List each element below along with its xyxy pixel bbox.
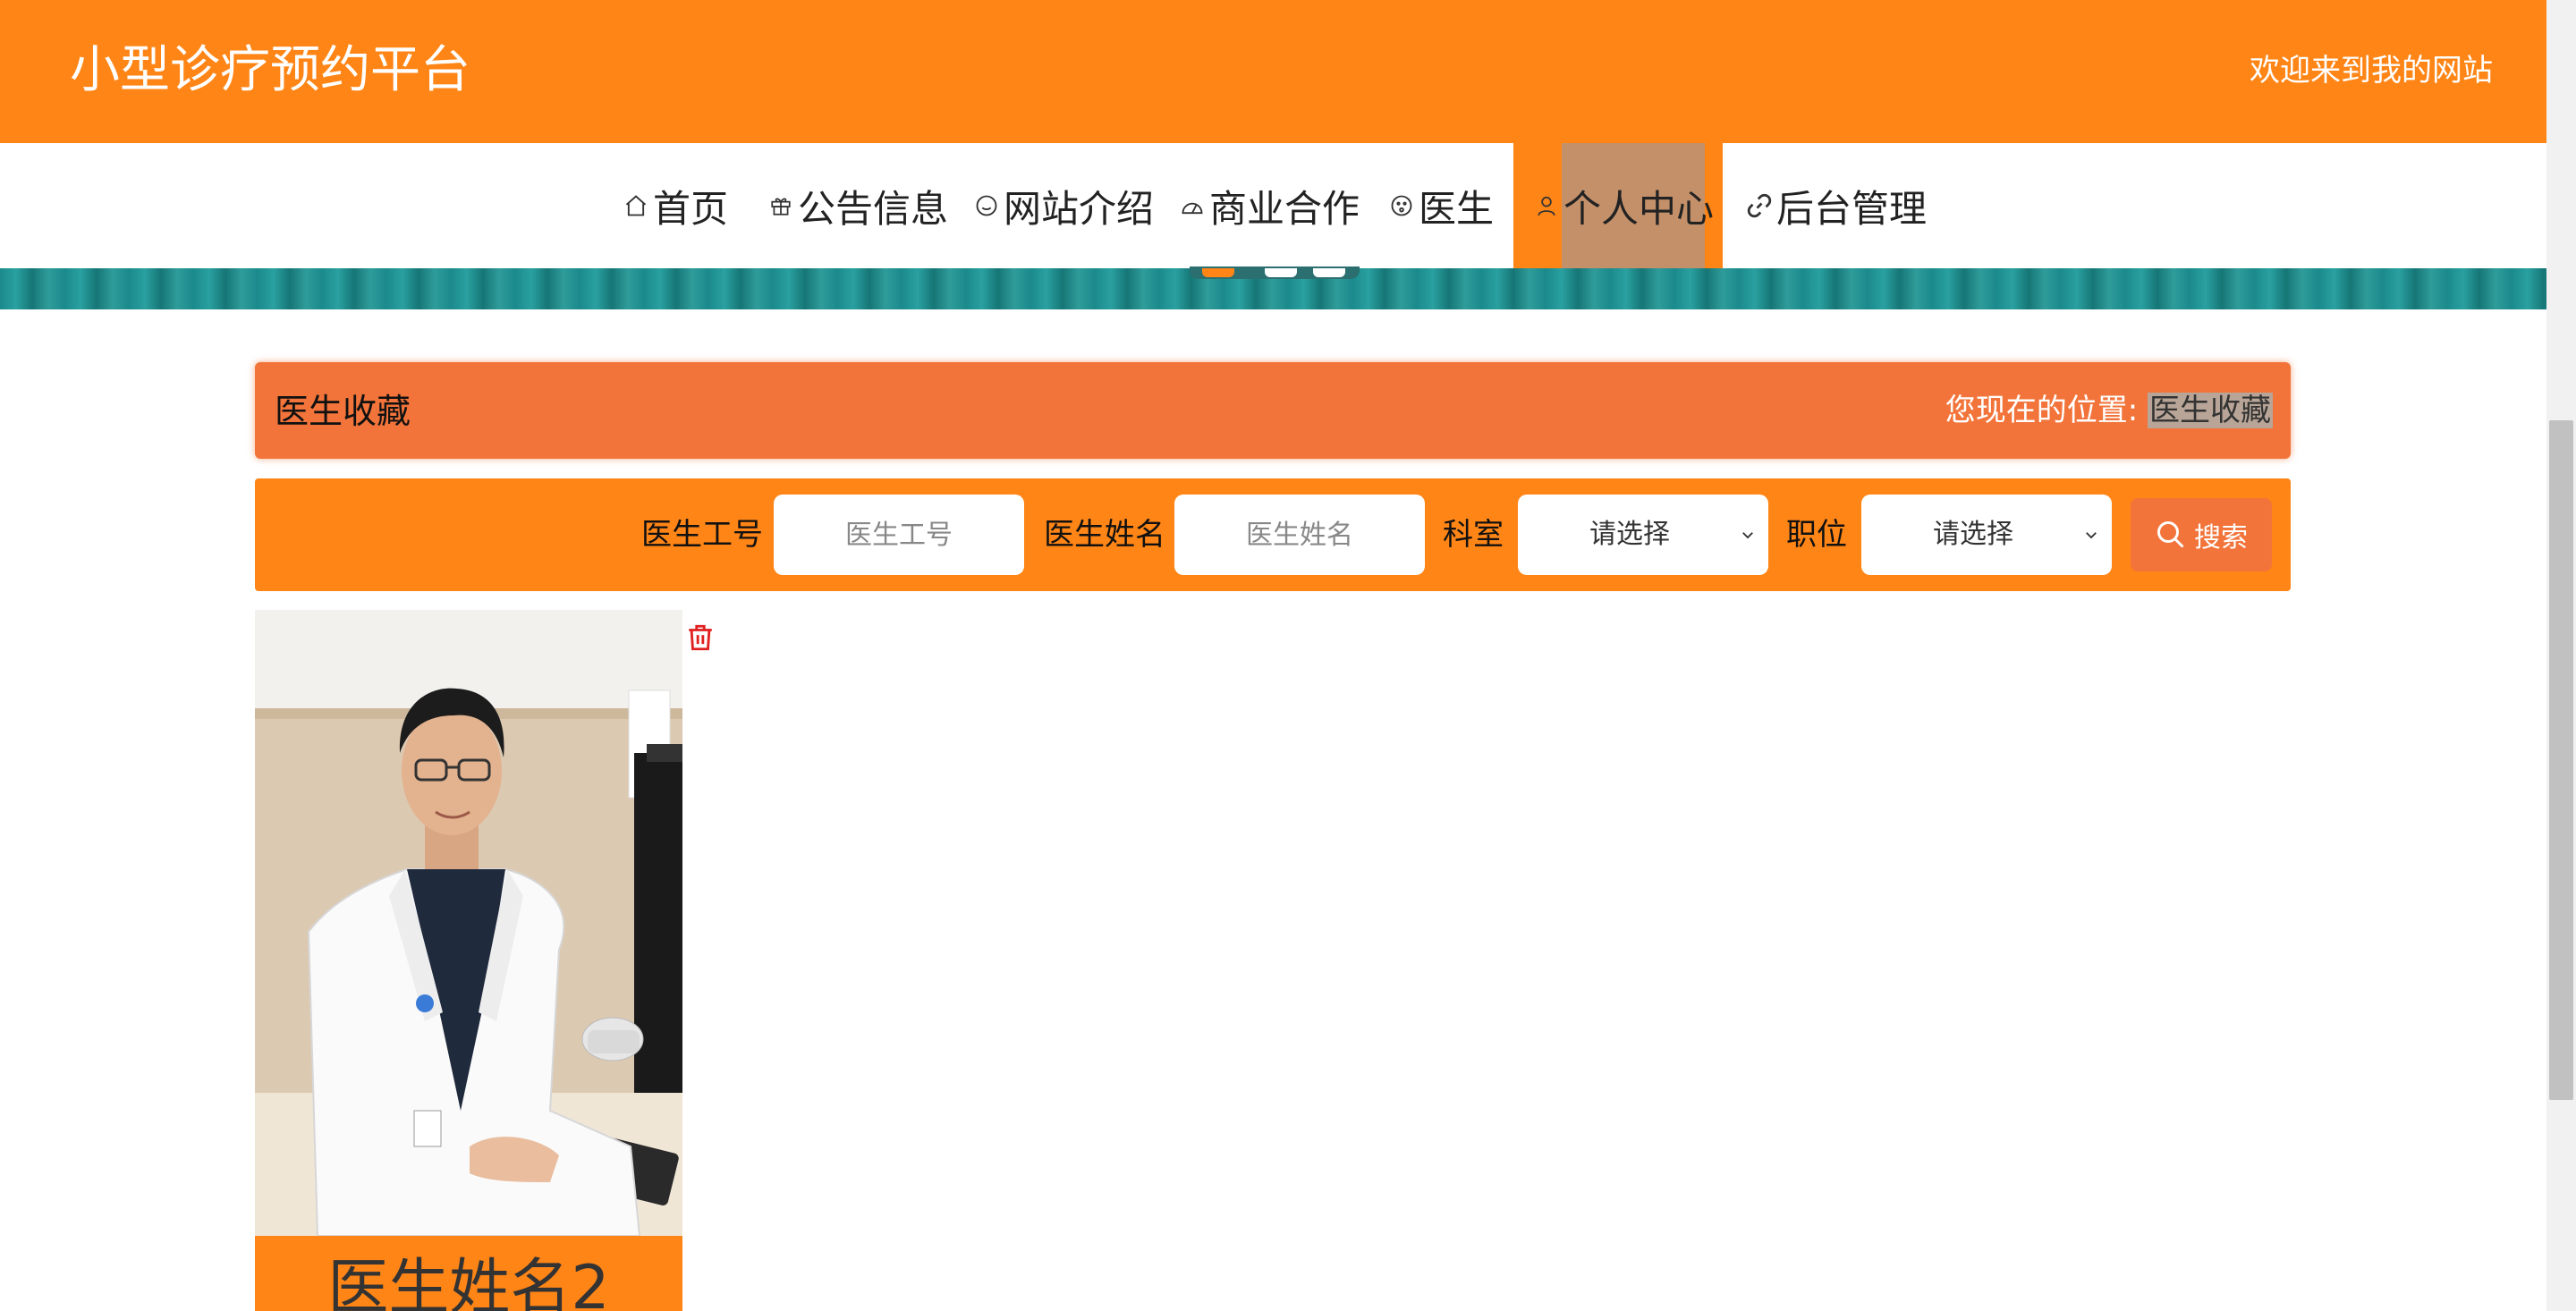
carousel-dot-active[interactable]	[1202, 268, 1234, 277]
nav-item-label: 商业合作	[1209, 186, 1360, 231]
page-header-bar: 医生收藏 您现在的位置: 医生收藏	[255, 362, 2291, 459]
nav-item-user-center[interactable]: 个人中心	[1533, 143, 1714, 268]
chevron-down-icon	[2086, 532, 2097, 539]
link-icon	[1746, 192, 1773, 219]
gift-icon	[767, 192, 794, 219]
nav-item-label: 公告信息	[798, 186, 949, 231]
doctor-name-input[interactable]	[1174, 495, 1425, 575]
welcome-text: 欢迎来到我的网站	[2250, 53, 2493, 89]
nav-item-admin[interactable]: 后台管理	[1746, 143, 1927, 268]
position-label: 职位	[1786, 517, 1847, 553]
nav-item-home[interactable]: 首页	[623, 143, 728, 268]
page-title: 医生收藏	[275, 392, 411, 431]
nav-item-label: 个人中心	[1563, 186, 1715, 231]
nav-item-label: 医生	[1419, 186, 1495, 231]
site-header: 小型诊疗预约平台 欢迎来到我的网站	[0, 0, 2546, 143]
search-button-label: 搜索	[2194, 522, 2248, 554]
doctor-name-label: 医生姓名	[1044, 517, 1165, 553]
department-select-value: 请选择	[1589, 519, 1670, 550]
nav-item-announcements[interactable]: 公告信息	[767, 143, 948, 268]
nav-item-doctors[interactable]: 医生	[1388, 143, 1494, 268]
carousel-dot[interactable]	[1265, 268, 1297, 277]
nav-item-about[interactable]: 网站介绍	[973, 143, 1154, 268]
face-icon	[1388, 192, 1415, 219]
department-select[interactable]: 请选择	[1518, 495, 1768, 575]
nav-item-business[interactable]: 商业合作	[1179, 143, 1360, 268]
search-form: 医生工号 医生姓名 科室 请选择 职位 请选择 搜索	[255, 478, 2291, 591]
user-icon	[1533, 192, 1560, 219]
scrollbar-thumb[interactable]	[2549, 420, 2573, 1100]
nav-item-label: 首页	[653, 186, 729, 231]
department-label: 科室	[1443, 517, 1504, 553]
search-button[interactable]: 搜索	[2131, 498, 2272, 571]
dashboard-icon	[1179, 192, 1206, 219]
doctor-id-input[interactable]	[774, 495, 1024, 575]
home-icon	[623, 192, 649, 219]
main-nav: 首页 公告信息 网站介绍 商业合作 医生 个人中心 后台管理	[0, 143, 2546, 268]
doctor-photo	[255, 610, 682, 1236]
nav-item-label: 网站介绍	[1004, 186, 1155, 231]
nav-item-label: 后台管理	[1776, 186, 1928, 231]
breadcrumb-label: 您现在的位置:	[1945, 393, 2139, 428]
smile-icon	[973, 192, 1000, 219]
position-select[interactable]: 请选择	[1861, 495, 2112, 575]
position-select-value: 请选择	[1933, 519, 2013, 550]
carousel-dot[interactable]	[1313, 268, 1345, 277]
favorite-doctor-card[interactable]: 医生姓名2	[255, 610, 682, 1311]
doctor-name: 医生姓名2	[327, 1253, 610, 1311]
search-icon	[2157, 521, 2184, 548]
breadcrumb-current[interactable]: 医生收藏	[2148, 393, 2273, 428]
trash-icon[interactable]	[685, 622, 716, 653]
chevron-down-icon	[1742, 532, 1753, 539]
breadcrumb: 您现在的位置: 医生收藏	[1945, 389, 2273, 432]
site-title: 小型诊疗预约平台	[70, 41, 470, 99]
doctor-id-label: 医生工号	[641, 517, 763, 553]
